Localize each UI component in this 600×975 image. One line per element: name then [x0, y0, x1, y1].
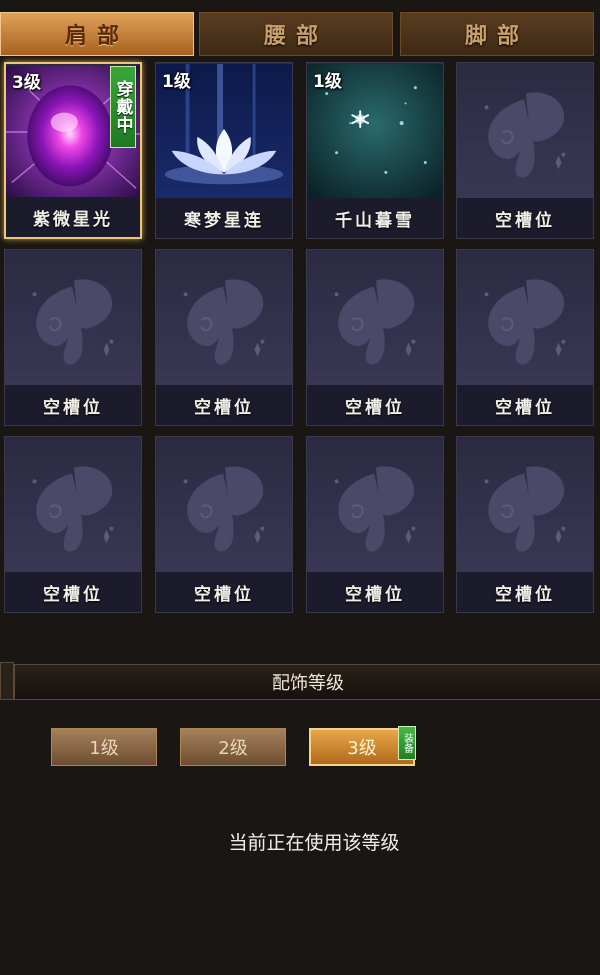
wearing-badge: 穿戴中 — [110, 66, 136, 148]
level-2-button[interactable]: 2级 — [180, 728, 286, 766]
slot-3[interactable]: 1级 千山暮雪 — [306, 62, 444, 239]
item-name: 千山暮雪 — [307, 198, 443, 238]
item-level: 3级 — [12, 73, 41, 93]
slot-12[interactable]: 空槽位 — [456, 436, 594, 613]
item-name: 空槽位 — [307, 572, 443, 612]
butterfly-icon — [483, 91, 567, 179]
butterfly-icon — [31, 465, 115, 553]
item-name: 空槽位 — [5, 572, 141, 612]
header-ornament — [0, 662, 14, 700]
slot-10[interactable]: 空槽位 — [155, 436, 293, 613]
butterfly-icon — [182, 465, 266, 553]
slot-9[interactable]: 空槽位 — [4, 436, 142, 613]
item-name: 空槽位 — [457, 572, 593, 612]
section-title: 配饰等级 — [14, 664, 600, 700]
butterfly-icon — [333, 465, 417, 553]
butterfly-icon — [182, 278, 266, 366]
item-name: 空槽位 — [457, 385, 593, 425]
tab-shoulder[interactable]: 肩部 — [0, 12, 194, 56]
item-name: 紫微星光 — [6, 197, 140, 237]
tab-bar: 肩部 腰部 脚部 — [0, 12, 600, 58]
slot-6[interactable]: 空槽位 — [155, 249, 293, 426]
slot-8[interactable]: 空槽位 — [456, 249, 594, 426]
accessory-grid: 3级 穿戴中 紫微星光 1级 寒梦星连 1级 千山暮雪 空槽位 空槽位 空槽位 … — [4, 62, 596, 618]
status-text: 当前正在使用该等级 — [228, 832, 400, 854]
item-name: 空槽位 — [5, 385, 141, 425]
tab-feet[interactable]: 脚部 — [400, 12, 594, 56]
slot-4[interactable]: 空槽位 — [456, 62, 594, 239]
butterfly-icon — [333, 278, 417, 366]
item-level: 1级 — [313, 72, 342, 92]
slot-2[interactable]: 1级 寒梦星连 — [155, 62, 293, 239]
slot-7[interactable]: 空槽位 — [306, 249, 444, 426]
butterfly-icon — [483, 465, 567, 553]
equipped-tag: 装备 — [398, 726, 416, 760]
level-1-button[interactable]: 1级 — [51, 728, 157, 766]
butterfly-icon — [483, 278, 567, 366]
tab-waist[interactable]: 腰部 — [199, 12, 393, 56]
slot-5[interactable]: 空槽位 — [4, 249, 142, 426]
item-name: 空槽位 — [156, 385, 292, 425]
item-level: 1级 — [162, 72, 191, 92]
item-name: 空槽位 — [457, 198, 593, 238]
item-name: 寒梦星连 — [156, 198, 292, 238]
slot-1[interactable]: 3级 穿戴中 紫微星光 — [4, 62, 142, 239]
butterfly-icon — [31, 278, 115, 366]
item-name: 空槽位 — [156, 572, 292, 612]
item-name: 空槽位 — [307, 385, 443, 425]
slot-11[interactable]: 空槽位 — [306, 436, 444, 613]
